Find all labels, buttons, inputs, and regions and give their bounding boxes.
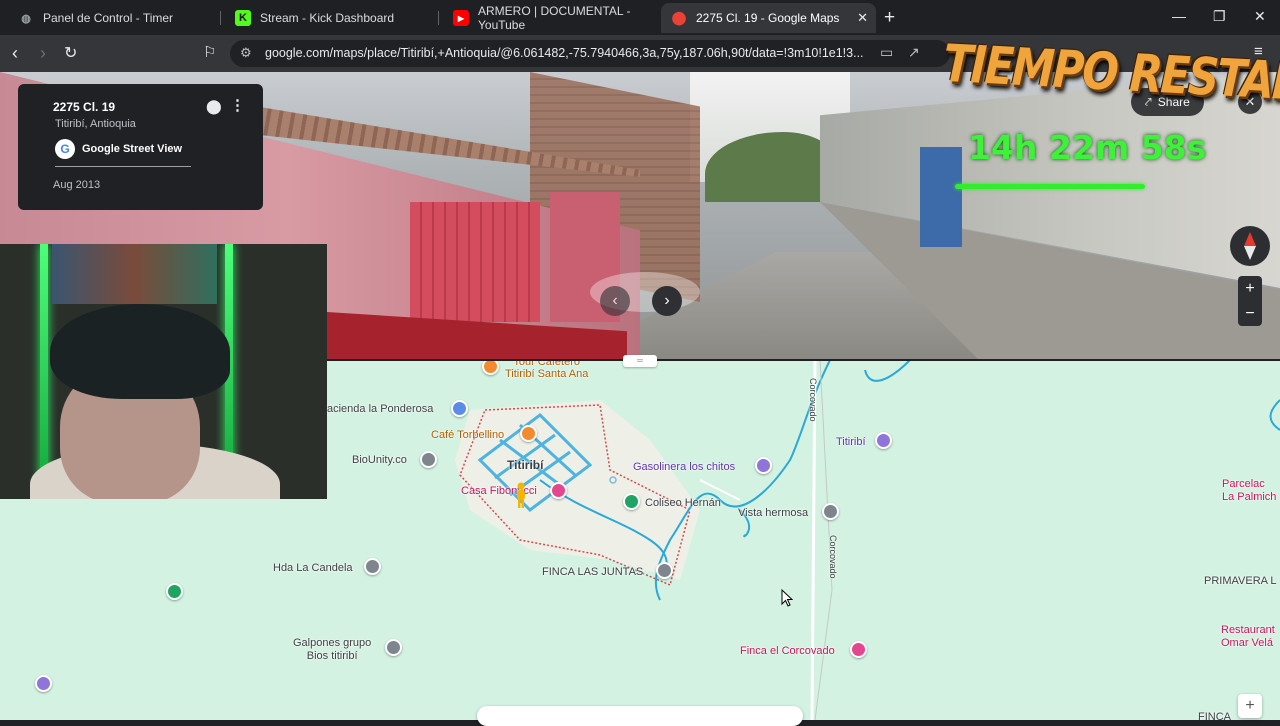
street-view-brand: Google Street View bbox=[82, 143, 183, 155]
tab-title: Stream - Kick Dashboard bbox=[260, 11, 395, 25]
capture-date[interactable]: Aug 2013 bbox=[53, 179, 100, 191]
address-title: 2275 Cl. 19 bbox=[53, 100, 116, 114]
zoom-out-icon[interactable]: − bbox=[1238, 301, 1262, 326]
url-text[interactable]: google.com/maps/place/Titiribí,+Antioqui… bbox=[265, 46, 865, 60]
share-page-icon[interactable]: ↗ bbox=[908, 44, 920, 61]
gas-station-pin-icon[interactable] bbox=[755, 457, 772, 474]
place-pin-icon[interactable] bbox=[364, 558, 381, 575]
park-pin-icon[interactable] bbox=[166, 583, 183, 600]
close-tab-icon[interactable]: ✕ bbox=[857, 10, 868, 26]
town-label: Titiribí bbox=[507, 458, 544, 472]
layers-bar[interactable] bbox=[477, 706, 803, 726]
poi-hacienda-ponderosa[interactable]: acienda la Ponderosa bbox=[327, 403, 433, 415]
minimize-icon[interactable]: — bbox=[1172, 8, 1186, 24]
camera-pin-icon[interactable] bbox=[35, 675, 52, 692]
tab-kick-dashboard[interactable]: K Stream - Kick Dashboard bbox=[225, 3, 440, 33]
place-pin-icon[interactable] bbox=[656, 562, 673, 579]
sports-pin-icon[interactable] bbox=[623, 493, 640, 510]
poi-finca[interactable]: FINCA bbox=[1198, 711, 1231, 720]
poi-titiribi[interactable]: Titiribí bbox=[836, 436, 866, 448]
kick-icon: K bbox=[235, 10, 251, 26]
poi-cafe-torbellino[interactable]: Café Torbellino bbox=[431, 429, 504, 441]
location-pin-icon[interactable]: ⬤ bbox=[206, 98, 222, 115]
place-pin-icon[interactable] bbox=[420, 451, 437, 468]
poi-hda-la-candela[interactable]: Hda La Candela bbox=[273, 562, 353, 574]
street-view-info-card: 2275 Cl. 19 Titiribí, Antioquia G Google… bbox=[18, 84, 263, 210]
road-label: Corcovado bbox=[808, 378, 818, 422]
poi-tour-cafetero[interactable]: Tour Cafetero Titiribí Santa Ana bbox=[505, 360, 588, 380]
attraction-pin-icon[interactable] bbox=[875, 432, 892, 449]
tab-title: 2275 Cl. 19 - Google Maps bbox=[696, 11, 840, 25]
place-pin-icon[interactable] bbox=[385, 639, 402, 656]
forward-icon[interactable]: › bbox=[40, 43, 46, 64]
compass-icon[interactable] bbox=[1230, 226, 1270, 266]
poi-biounity[interactable]: BioUnity.co bbox=[352, 454, 407, 466]
site-info-icon[interactable]: ⚙ bbox=[240, 45, 252, 61]
poi-restaurante[interactable]: Restaurant Omar Velá bbox=[1221, 624, 1275, 650]
poi-finca-las-juntas[interactable]: FINCA LAS JUNTAS bbox=[542, 566, 643, 578]
tab-youtube[interactable]: ▶ ARMERO | DOCUMENTAL - YouTube bbox=[443, 3, 658, 33]
timer-progress-bar bbox=[955, 184, 1215, 189]
poi-primavera[interactable]: PRIMAVERA L bbox=[1204, 575, 1277, 587]
nav-forward-arrow-icon[interactable]: › bbox=[652, 286, 682, 316]
close-window-icon[interactable]: ✕ bbox=[1254, 8, 1266, 25]
road-label: Corcovado bbox=[828, 535, 838, 579]
hotel-pin-icon[interactable] bbox=[850, 641, 867, 658]
more-options-icon[interactable]: ⋮ bbox=[230, 96, 245, 114]
poi-gasolinera[interactable]: Gasolinera los chitos bbox=[633, 461, 735, 473]
poi-galpones-grupo[interactable]: Galpones grupo Bios titiribí bbox=[293, 637, 371, 663]
resize-handle-icon[interactable]: ═ bbox=[623, 355, 657, 367]
place-pin-icon[interactable] bbox=[822, 503, 839, 520]
address-bar[interactable]: ⚙ google.com/maps/place/Titiribí,+Antioq… bbox=[230, 40, 950, 67]
timer-countdown: 14h 22m 58s bbox=[968, 128, 1207, 167]
map-zoom-in-icon[interactable]: + bbox=[1238, 694, 1262, 718]
tab-title: ARMERO | DOCUMENTAL - YouTube bbox=[478, 4, 631, 32]
bookmark-icon[interactable]: ⚐ bbox=[203, 43, 216, 61]
address-city: Titiribí, Antioquia bbox=[55, 118, 136, 130]
new-tab-button[interactable]: + bbox=[884, 7, 895, 29]
poi-vista-hermosa[interactable]: Vista hermosa bbox=[738, 507, 808, 519]
zoom-in-icon[interactable]: + bbox=[1238, 276, 1262, 301]
street-view-zoom-control: + − bbox=[1238, 276, 1262, 326]
lodging-pin-icon[interactable] bbox=[451, 400, 468, 417]
youtube-icon: ▶ bbox=[453, 10, 469, 26]
google-logo-icon: G bbox=[55, 139, 75, 159]
google-maps-icon: ⬤ bbox=[671, 10, 687, 25]
reload-icon[interactable]: ↻ bbox=[64, 43, 77, 63]
tab-panel-control[interactable]: ◍ Panel de Control - Timer bbox=[8, 3, 223, 33]
pegman-icon[interactable] bbox=[514, 482, 528, 510]
webcam-overlay bbox=[0, 244, 327, 499]
cast-icon[interactable]: ▭ bbox=[880, 44, 893, 61]
nav-back-arrow-icon[interactable]: ‹ bbox=[600, 286, 630, 316]
tab-title: Panel de Control - Timer bbox=[43, 11, 174, 25]
mouse-cursor-icon bbox=[781, 589, 793, 607]
restore-icon[interactable]: ❐ bbox=[1213, 8, 1226, 25]
tab-strip: ◍ Panel de Control - Timer K Stream - Ki… bbox=[0, 0, 1280, 35]
google-street-view-link[interactable]: G Google Street View bbox=[55, 139, 182, 159]
poi-parcelacion[interactable]: Parcelac La Palmich bbox=[1222, 478, 1276, 504]
tab-google-maps[interactable]: ⬤ 2275 Cl. 19 - Google Maps ✕ bbox=[661, 3, 876, 33]
hotel-pin-icon[interactable] bbox=[550, 482, 567, 499]
timer-progress-fill bbox=[955, 184, 1145, 189]
globe-icon: ◍ bbox=[21, 12, 31, 25]
cafe-pin-icon[interactable] bbox=[520, 425, 537, 442]
back-icon[interactable]: ‹ bbox=[12, 43, 18, 64]
poi-finca-el-corcovado[interactable]: Finca el Corcovado bbox=[740, 645, 835, 657]
poi-coliseo-hernan[interactable]: Coliseo Hernán bbox=[645, 497, 721, 509]
